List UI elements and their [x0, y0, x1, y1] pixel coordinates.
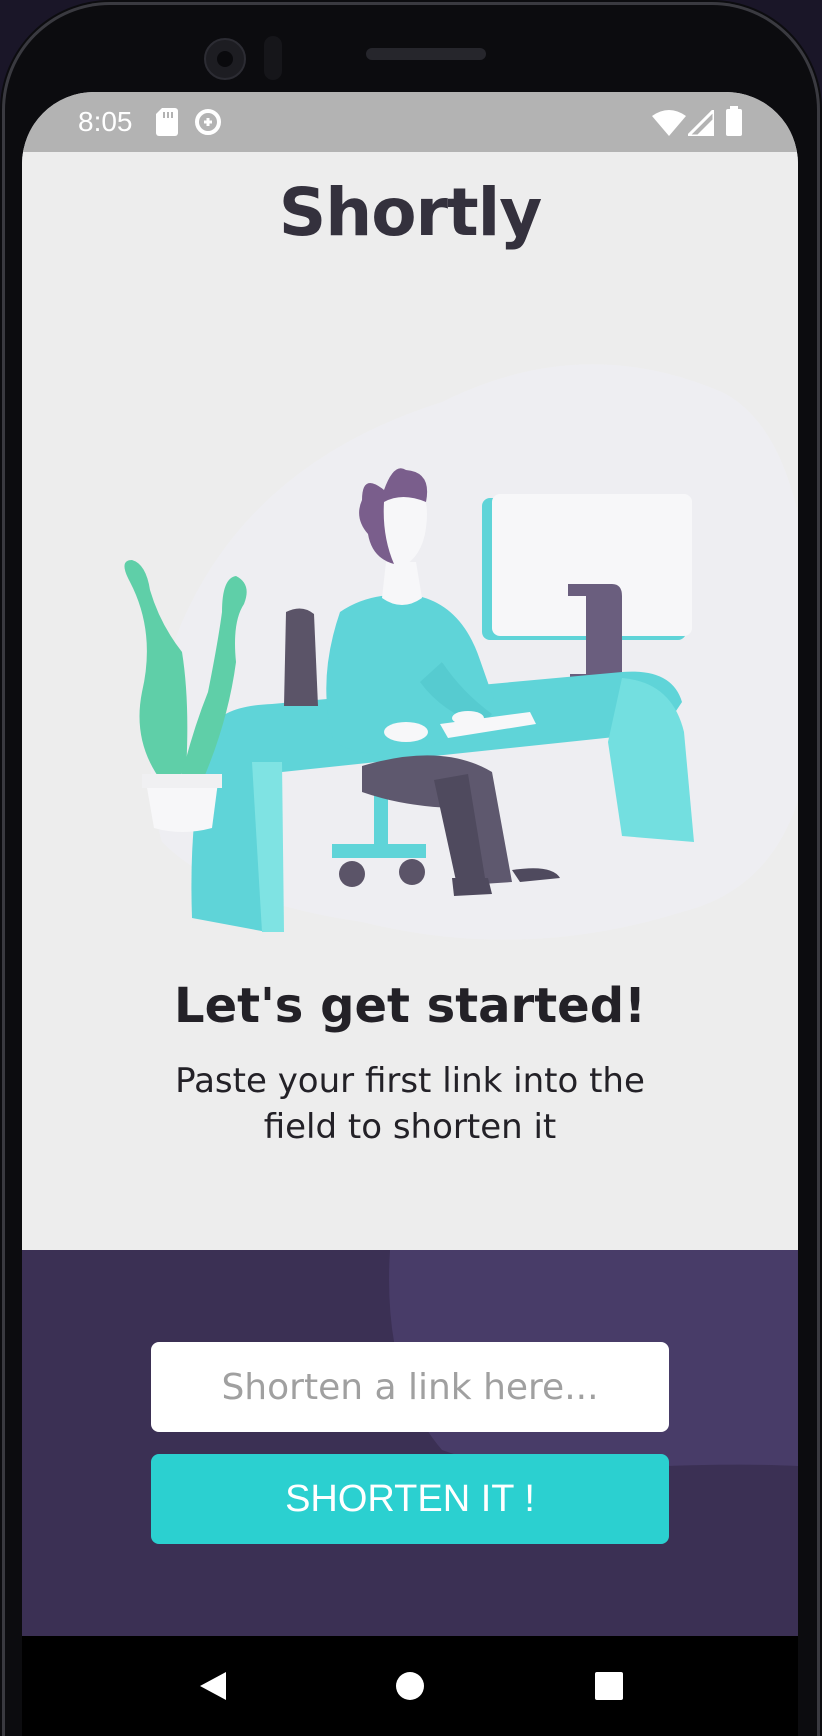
headline: Let's get started!	[174, 978, 646, 1034]
battery-icon	[726, 106, 742, 136]
main-content: Shortly Let's get started! Paste your fi…	[22, 152, 798, 1250]
chair-wheel-right	[399, 859, 425, 885]
navigation-bar	[22, 1636, 798, 1736]
shorten-button[interactable]: SHORTEN IT !	[151, 1454, 669, 1544]
instruction-text: Paste your first link into the field to …	[175, 1061, 645, 1147]
person-neck	[382, 562, 422, 605]
back-icon[interactable]	[164, 1636, 254, 1736]
chair-back	[284, 608, 318, 706]
app-title: Shortly	[278, 174, 543, 251]
person-hand-left	[384, 722, 428, 742]
link-input[interactable]	[151, 1342, 669, 1432]
sd-card-icon	[156, 108, 178, 136]
plant-pot-rim	[142, 774, 222, 788]
front-camera	[204, 38, 246, 80]
earpiece-speaker	[366, 48, 486, 60]
person-shoe-left	[452, 878, 492, 896]
home-icon[interactable]	[365, 1636, 455, 1736]
panel-decoration-shape	[389, 1250, 798, 1471]
phone-frame: 8:05 Shortly Let's get started! Paste yo…	[0, 0, 822, 1736]
person-working-illustration	[124, 364, 798, 940]
status-bar: 8:05	[22, 92, 798, 152]
plant-pot	[146, 782, 218, 832]
wifi-icon	[652, 110, 686, 136]
screen: 8:05 Shortly Let's get started! Paste yo…	[22, 92, 798, 1636]
plant-leaf-left	[124, 560, 188, 782]
shorten-panel: SHORTEN IT !	[22, 1250, 798, 1636]
status-time: 8:05	[78, 106, 133, 137]
recents-icon[interactable]	[564, 1636, 654, 1736]
cellular-signal-icon	[688, 110, 714, 136]
chair-wheel-left	[339, 861, 365, 887]
proximity-sensor	[264, 36, 282, 80]
chair-base	[332, 844, 426, 858]
person-hand-right	[452, 711, 484, 725]
data-saver-icon	[195, 109, 221, 135]
